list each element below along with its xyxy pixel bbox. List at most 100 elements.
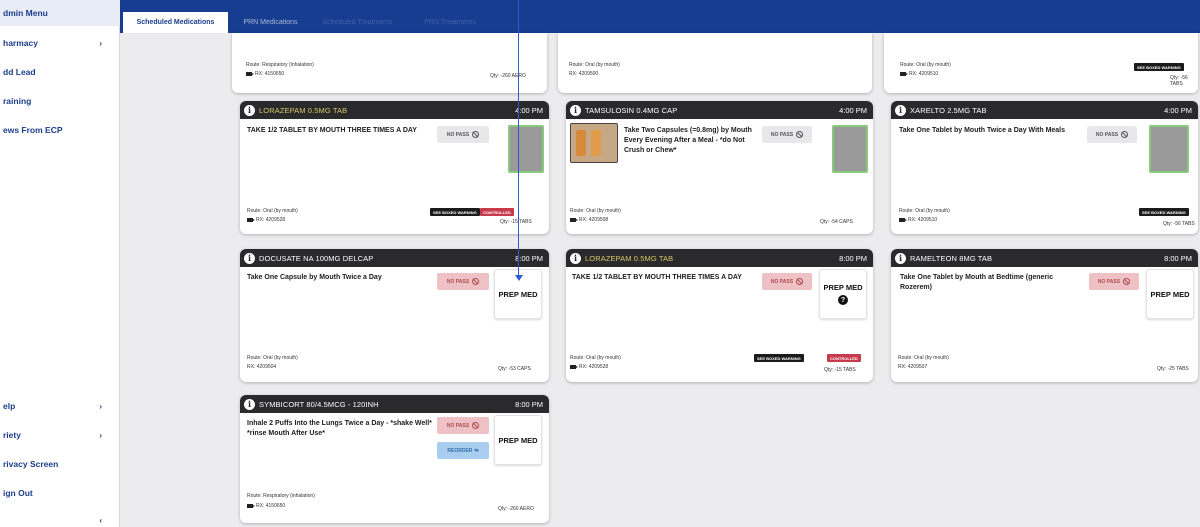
med-card-partial[interactable]: Route: Oral (by mouth) RX: 4209500 <box>558 33 872 93</box>
tab-prn-medications[interactable]: PRN Medications <box>233 12 308 33</box>
prep-med-button[interactable]: PREP MED <box>1146 269 1194 319</box>
qty-text: Qty: -25 TABS <box>1157 366 1189 372</box>
sidebar-item-add-lead[interactable]: dd Lead <box>0 60 120 84</box>
sidebar-item-label: dd Lead <box>3 67 36 77</box>
camera-icon <box>570 365 578 369</box>
rx-text: RX: 4209510 <box>909 71 939 77</box>
tab-scheduled-medications[interactable]: Scheduled Medications <box>123 12 228 33</box>
info-icon[interactable]: i <box>570 252 581 264</box>
card-header: i RAMELTEON 8MG TAB 8:00 PM <box>891 249 1198 267</box>
ban-icon <box>1121 131 1129 138</box>
info-icon[interactable]: i <box>895 104 906 116</box>
no-pass-button[interactable]: NO PASS <box>1089 273 1139 290</box>
no-pass-label: NO PASS <box>770 131 794 138</box>
info-icon[interactable]: i <box>244 398 255 410</box>
med-instructions: Take One Tablet by Mouth at Bedtime (gen… <box>900 274 1053 291</box>
med-card[interactable]: i XARELTO 2.5MG TAB 4:00 PM Take One Tab… <box>891 101 1198 234</box>
route-text: Route: Oral (by mouth) <box>569 62 620 68</box>
sidebar-item-label: dmin Menu <box>3 8 48 18</box>
sidebar-item-training[interactable]: raining <box>0 89 120 113</box>
sidebar-item-pharmacy[interactable]: harmacy › <box>0 31 120 55</box>
tab-scheduled-treatments[interactable]: Scheduled Treatments <box>310 12 405 33</box>
sidebar-item-help[interactable]: elp › <box>0 394 120 418</box>
sidebar-item-admin-menu[interactable]: dmin Menu <box>0 0 120 26</box>
camera-icon <box>247 218 255 222</box>
sidebar-item-sign-out[interactable]: ign Out <box>0 481 120 505</box>
ban-icon <box>472 131 480 138</box>
controlled-badge: CONTROLLED <box>827 354 861 362</box>
chevron-left-icon: ‹ <box>99 515 102 525</box>
med-card[interactable]: i RAMELTEON 8MG TAB 8:00 PM Take One Tab… <box>891 249 1198 382</box>
med-instructions: TAKE 1/2 TABLET BY MOUTH THREE TIMES A D… <box>247 127 417 134</box>
med-instructions: TAKE 1/2 TABLET BY MOUTH THREE TIMES A D… <box>572 274 742 281</box>
rx-number: RX: 4209504 <box>247 364 276 370</box>
rx-text: RX: 4209510 <box>908 217 938 223</box>
no-pass-button[interactable]: NO PASS <box>762 273 812 290</box>
refresh-icon: ⇆ <box>474 447 479 454</box>
camera-icon <box>246 72 254 76</box>
boxed-warning-badge: SEE BOXED WARNING <box>430 208 480 216</box>
med-card[interactable]: i LORAZEPAM 0.5MG TAB 4:00 PM TAKE 1/2 T… <box>240 101 549 234</box>
prep-med-label: PREP MED <box>1150 289 1190 299</box>
med-card[interactable]: i TAMSULOSIN 0.4MG CAP 4:00 PM Take Two … <box>566 101 873 234</box>
dose-time: 8:00 PM <box>515 399 543 409</box>
route-text: Route: Oral (by mouth) <box>899 208 950 214</box>
rx-number: RX: 4209508 <box>570 217 608 223</box>
prep-med-button[interactable]: PREP MED? <box>819 269 867 319</box>
med-instructions: Take One Capsule by Mouth Twice a Day <box>247 274 382 281</box>
med-instructions: Take Two Capsules (=0.8mg) by Mouth Ever… <box>624 127 752 154</box>
info-icon[interactable]: i <box>244 252 255 264</box>
rx-text: RX: 4150650 <box>256 503 286 509</box>
rx-text: RX: 4150650 <box>255 71 285 77</box>
sidebar-collapse-button[interactable]: ‹ <box>0 508 120 527</box>
no-pass-button[interactable]: NO PASS <box>437 273 489 290</box>
tab-prn-treatments[interactable]: PRN Treatments <box>415 12 485 33</box>
qty-text: Qty: -15 TABS <box>500 219 532 225</box>
rx-text: RX: 4209504 <box>247 364 277 370</box>
no-pass-button[interactable]: NO PASS <box>437 417 489 434</box>
qty-text: Qty: -15 TABS <box>824 367 856 373</box>
sidebar-item-news-from-ecp[interactable]: ews From ECP <box>0 118 120 142</box>
no-pass-button[interactable]: NO PASS <box>437 126 489 143</box>
no-pass-button[interactable]: NO PASS <box>1087 126 1137 143</box>
med-card[interactable]: i SYMBICORT 80/4.5MCG - 120INH 8:00 PM I… <box>240 395 549 523</box>
rx-number: RX: 4209500 <box>569 71 598 77</box>
sidebar-item-privacy-screen[interactable]: rivacy Screen <box>0 452 120 476</box>
qty-text: Qty: -260 AERO <box>490 73 526 79</box>
sidebar-item-label: ign Out <box>3 488 33 498</box>
rx-text: RX: 4209500 <box>569 71 599 77</box>
info-icon[interactable]: i <box>895 252 906 264</box>
route-text: Route: Oral (by mouth) <box>570 355 621 361</box>
sidebar-item-label: harmacy <box>3 38 38 48</box>
med-card-partial[interactable]: Route: Respiratory (inhalation) RX: 4150… <box>232 33 547 93</box>
sidebar-item-label: rivacy Screen <box>3 459 59 469</box>
no-pass-button[interactable]: NO PASS <box>762 126 812 143</box>
chevron-right-icon: › <box>99 38 102 48</box>
med-card[interactable]: i DOCUSATE NA 100MG DELCAP 8:00 PM Take … <box>240 249 549 382</box>
boxed-warning-badge: SEE BOXED WARNING <box>1134 63 1184 71</box>
sidebar-item-variety[interactable]: riety › <box>0 423 120 447</box>
dose-time: 8:00 PM <box>839 253 867 263</box>
chevron-right-icon: › <box>99 430 102 440</box>
rx-number: RX: 4150650 <box>247 503 285 509</box>
qty-text: Qty: -260 AERO <box>498 506 534 512</box>
med-photo <box>570 123 618 163</box>
med-card[interactable]: i LORAZEPAM 0.5MG TAB 8:00 PM TAKE 1/2 T… <box>566 249 873 382</box>
info-icon[interactable]: i <box>244 104 255 116</box>
prep-med-button[interactable]: PREP MED <box>494 415 542 465</box>
reorder-button[interactable]: REORDER ⇆ <box>437 442 489 459</box>
info-icon[interactable]: i <box>570 104 581 116</box>
route-text: Route: Oral (by mouth) <box>900 62 951 68</box>
med-instructions: Inhale 2 Puffs Into the Lungs Twice a Da… <box>247 420 432 437</box>
ban-icon <box>472 422 480 429</box>
camera-icon <box>247 504 255 508</box>
card-header: i LORAZEPAM 0.5MG TAB 8:00 PM <box>566 249 873 267</box>
no-pass-label: NO PASS <box>446 422 470 429</box>
card-header: i DOCUSATE NA 100MG DELCAP 8:00 PM <box>240 249 549 267</box>
reorder-label: REORDER <box>447 447 473 454</box>
ban-icon <box>796 278 804 285</box>
med-name: TAMSULOSIN 0.4MG CAP <box>585 105 678 115</box>
med-card-partial[interactable]: Route: Oral (by mouth) RX: 4209510 SEE B… <box>884 33 1198 93</box>
route-text: Route: Oral (by mouth) <box>898 355 949 361</box>
prep-med-label: PREP MED <box>498 435 538 445</box>
